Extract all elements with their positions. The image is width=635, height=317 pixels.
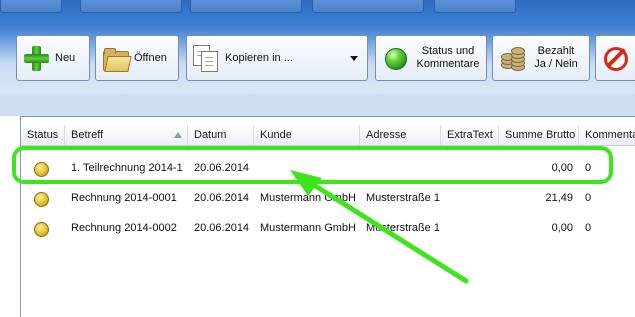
- annotation-arrow-icon: [290, 170, 469, 284]
